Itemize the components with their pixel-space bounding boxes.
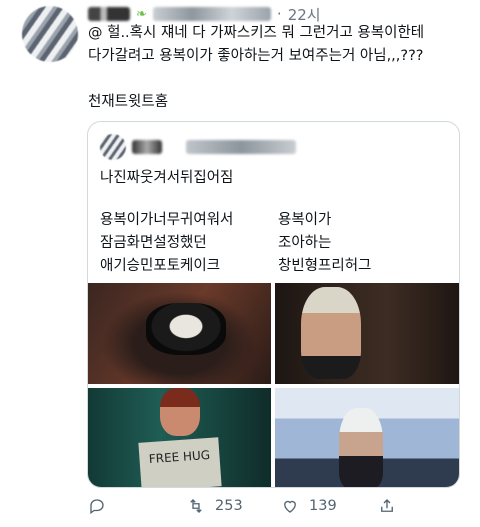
- display-name-redacted[interactable]: [88, 7, 130, 21]
- tweet-body: @ 헐..혹시 쟤네 다 가짜스키즈 뭐 그런거고 용복이한테 다가갈려고 용복…: [88, 22, 460, 68]
- retweet-icon: [190, 499, 202, 513]
- like-button[interactable]: 139: [281, 497, 337, 515]
- quote-name-redacted[interactable]: [132, 140, 162, 154]
- quote-text-line: 나진짜웃겨서뒤집어짐: [100, 170, 234, 186]
- handle-redacted[interactable]: [152, 7, 271, 21]
- tweet-line: 다가갈려고 용복이가 좋아하는거 보여주는거 아님,,,???: [88, 48, 424, 64]
- reply-icon: [90, 499, 104, 515]
- quote-avatar[interactable]: [100, 134, 126, 160]
- photo-cake[interactable]: [88, 283, 271, 384]
- retweet-button[interactable]: 253: [187, 497, 243, 515]
- tweet-header: ❧ · 22시: [88, 4, 321, 24]
- leaf-icon: ❧: [136, 6, 147, 22]
- tweet-line: @ 헐..혹시 쟤네 다 가짜스키즈 뭐 그런거고 용복이한테: [88, 25, 425, 41]
- photo-free-hug[interactable]: FREE HUG: [88, 388, 271, 487]
- quote-text-right: 조아하는: [278, 235, 332, 251]
- like-icon: [284, 500, 296, 513]
- quote-text-left: 용복이가너무귀여워서: [100, 212, 234, 228]
- quote-text-left: 잠금화면설정했던: [100, 235, 207, 251]
- quote-handle-redacted[interactable]: [186, 140, 296, 154]
- person-shape: [339, 408, 383, 487]
- free-hug-sign: FREE HUG: [138, 437, 222, 487]
- person-shape: [160, 388, 200, 436]
- reply-button[interactable]: [88, 497, 106, 515]
- quote-text-left: 애기승민포토케이크: [100, 258, 221, 274]
- quoted-tweet[interactable]: 나진짜웃겨서뒤집어짐 용복이가너무귀여워서 용복이가 잠금화면설정했던 조아하는…: [87, 121, 460, 488]
- avatar[interactable]: [22, 6, 78, 62]
- like-count: 139: [309, 498, 337, 514]
- share-icon: [381, 499, 393, 512]
- cake-shape: [146, 303, 226, 355]
- photo-elevator[interactable]: [275, 388, 459, 487]
- quote-text-right: 창빈형프리허그: [278, 258, 372, 274]
- photo-portrait[interactable]: [275, 283, 459, 384]
- tweet-actions: 253 139: [88, 497, 460, 519]
- share-button[interactable]: [378, 497, 396, 515]
- retweet-count: 253: [215, 498, 243, 514]
- separator-dot: ·: [276, 5, 282, 23]
- tweet-extra-line: 천재트윗트홈: [88, 94, 169, 110]
- quote-text-right: 용복이가: [278, 212, 332, 228]
- person-shape: [301, 287, 361, 379]
